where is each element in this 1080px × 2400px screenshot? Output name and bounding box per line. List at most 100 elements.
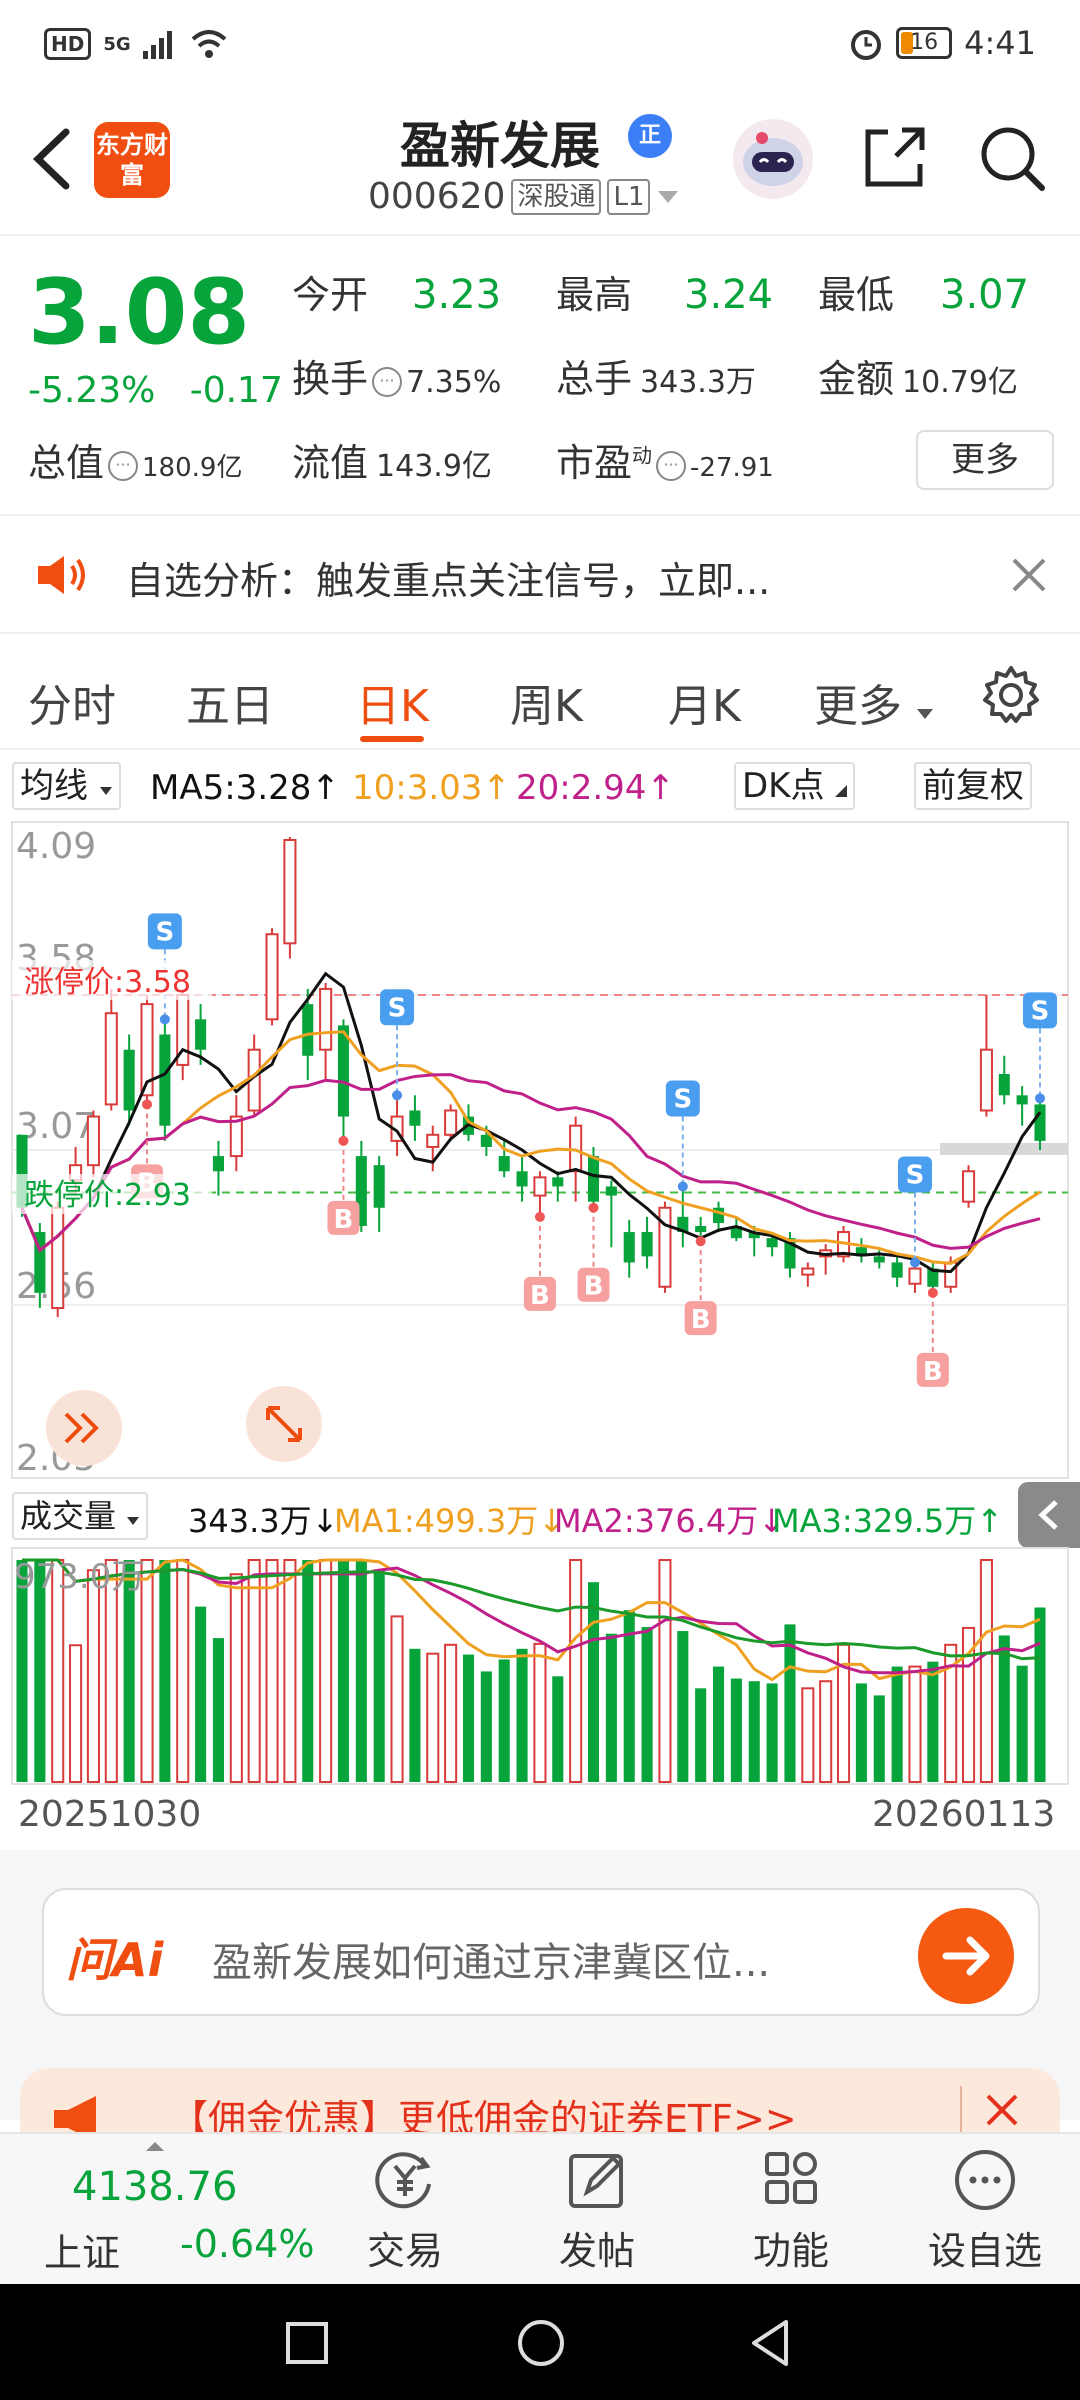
tab-intraday[interactable]: 分时 (28, 670, 116, 734)
robot-icon[interactable] (730, 116, 816, 202)
info-icon[interactable]: ··· (656, 450, 687, 481)
b-signal-label: B (530, 1281, 550, 1311)
system-nav-bar (0, 2284, 1080, 2400)
volume-select[interactable]: 成交量 (12, 1492, 149, 1540)
volume-bar (283, 1559, 297, 1783)
nav-functions[interactable]: 功能 (726, 2148, 856, 2275)
volume-chart[interactable]: 973.0万 (0, 1546, 1080, 1786)
volume-bar (444, 1643, 458, 1783)
share-icon[interactable] (858, 122, 930, 194)
notice-bar[interactable]: 自选分析：触发重点关注信号，立即... (0, 516, 1080, 634)
s-signal-dot (909, 1257, 920, 1268)
candle-body (283, 839, 297, 945)
volume-bar (979, 1559, 993, 1783)
candle-body (516, 1171, 528, 1187)
notice-text: 自选分析：触发重点关注信号，立即... (126, 559, 771, 603)
nav-trade[interactable]: 交易 (340, 2148, 470, 2275)
candle-body (86, 1115, 100, 1167)
limit-up-label: 涨停价:3.58 (24, 965, 191, 1000)
ai-go-button[interactable] (918, 1908, 1014, 2004)
quote-panel: 3.08 -5.23% -0.17 今开 3.23 最高 3.24 最低 3.07 换… (0, 236, 1080, 516)
volume-bar (658, 1559, 672, 1783)
back-nav-icon[interactable] (746, 2318, 794, 2368)
s-signal-dot (1035, 1093, 1045, 1104)
volume-bar (587, 1582, 600, 1782)
b-signal-dot (695, 1236, 706, 1247)
tab-monthly-k[interactable]: 月K (668, 670, 741, 734)
info-icon[interactable]: ··· (108, 450, 139, 481)
volume-bar (552, 1676, 564, 1782)
candle-body (195, 1019, 207, 1050)
candle-body (51, 1206, 65, 1310)
s-signal-dot (677, 1181, 688, 1192)
tab-five-day[interactable]: 五日 (186, 670, 274, 734)
home-icon[interactable] (516, 2318, 566, 2368)
date-axis: 20251030 20260113 (0, 1790, 1080, 1840)
volume-max-label: 973.0万 (14, 1557, 145, 1597)
last-price-marker (940, 1142, 1068, 1155)
volume-bar (712, 1666, 725, 1782)
active-tab-indicator (360, 736, 424, 742)
volume-bar (69, 1644, 83, 1783)
candle-body (159, 1034, 171, 1126)
app-logo[interactable]: 东方财富 (94, 122, 170, 198)
tab-weekly-k[interactable]: 周K (510, 670, 583, 734)
b-signal-label: B (334, 1205, 354, 1235)
volume-bar (462, 1654, 475, 1782)
nav-post[interactable]: 发帖 (532, 2148, 662, 2275)
volume-bar (748, 1681, 760, 1782)
current-price: 3.08 (28, 260, 251, 365)
wifi-icon (191, 30, 226, 58)
kline-chart[interactable]: 4.09 3.58 3.07 2.56 2.05 BBBBBBSSSSS 涨停价… (0, 820, 1080, 1480)
b-signal-dot (588, 1202, 599, 1213)
volume-bar (801, 1687, 815, 1783)
volume-bar (533, 1642, 547, 1783)
candle-body (641, 1232, 653, 1257)
volume-value: 343.3万↓ (188, 1502, 339, 1540)
chevron-down-icon[interactable] (656, 189, 680, 205)
stock-code-row: 000620 深股通 L1 (368, 176, 680, 217)
alarm-icon (851, 30, 882, 60)
candle-body (962, 1170, 976, 1203)
back-icon[interactable] (24, 124, 84, 194)
candle-body (265, 933, 279, 1021)
b-signal-label: B (923, 1357, 943, 1387)
nav-add-watchlist[interactable]: 设自选 (920, 2148, 1050, 2275)
zheng-badge: 正 (628, 114, 672, 158)
close-icon[interactable] (982, 2090, 1022, 2130)
tab-daily-k[interactable]: 日K (356, 670, 429, 734)
chevron-left-icon (1038, 1500, 1058, 1530)
candle-body (373, 1165, 385, 1208)
more-button[interactable]: 更多 (916, 430, 1054, 490)
float-field: 流值 143.9亿 (292, 441, 492, 485)
candle-body (979, 1048, 993, 1112)
collapse-panel-button[interactable] (1018, 1482, 1080, 1548)
recent-apps-icon[interactable] (284, 2320, 330, 2366)
volume-bar (195, 1606, 207, 1782)
high-value: 3.24 (684, 272, 774, 318)
candle-body (1016, 1095, 1028, 1105)
yen-icon (375, 2152, 431, 2209)
candle-body (1034, 1104, 1046, 1141)
s-signal-label: S (673, 1084, 692, 1114)
volume-bar (212, 1638, 224, 1782)
fullscreen-button[interactable] (246, 1386, 322, 1462)
gear-icon[interactable] (980, 664, 1042, 726)
volume-legend: 成交量 343.3万↓ MA1:499.3万↓ MA2:376.4万↓ MA3:… (0, 1482, 1080, 1548)
ai-question-box[interactable]: 问Ai 盈新发展如何通过京津冀区位... (42, 1888, 1040, 2016)
ai-area: 问Ai 盈新发展如何通过京津冀区位... 【佣金优惠】更低佣金的证券ETF>> (0, 1850, 1080, 2148)
s-signal-label: S (1031, 996, 1050, 1026)
expand-left-button[interactable] (46, 1390, 122, 1466)
turnover-value: 7.35% (406, 365, 502, 400)
indicator-select[interactable]: 均线 (12, 762, 121, 810)
dk-point-button[interactable]: DK点 (734, 762, 856, 810)
adjust-button[interactable]: 前复权 (914, 762, 1032, 810)
info-icon[interactable]: ··· (372, 366, 403, 397)
tab-more[interactable]: 更多 (814, 670, 934, 734)
close-icon[interactable] (1010, 556, 1048, 594)
stock-code: 000620 (368, 176, 506, 217)
search-icon[interactable] (976, 122, 1048, 194)
change-abs: -0.17 (189, 370, 283, 411)
chevron-down-icon (99, 787, 112, 795)
volume-bar (855, 1683, 867, 1782)
